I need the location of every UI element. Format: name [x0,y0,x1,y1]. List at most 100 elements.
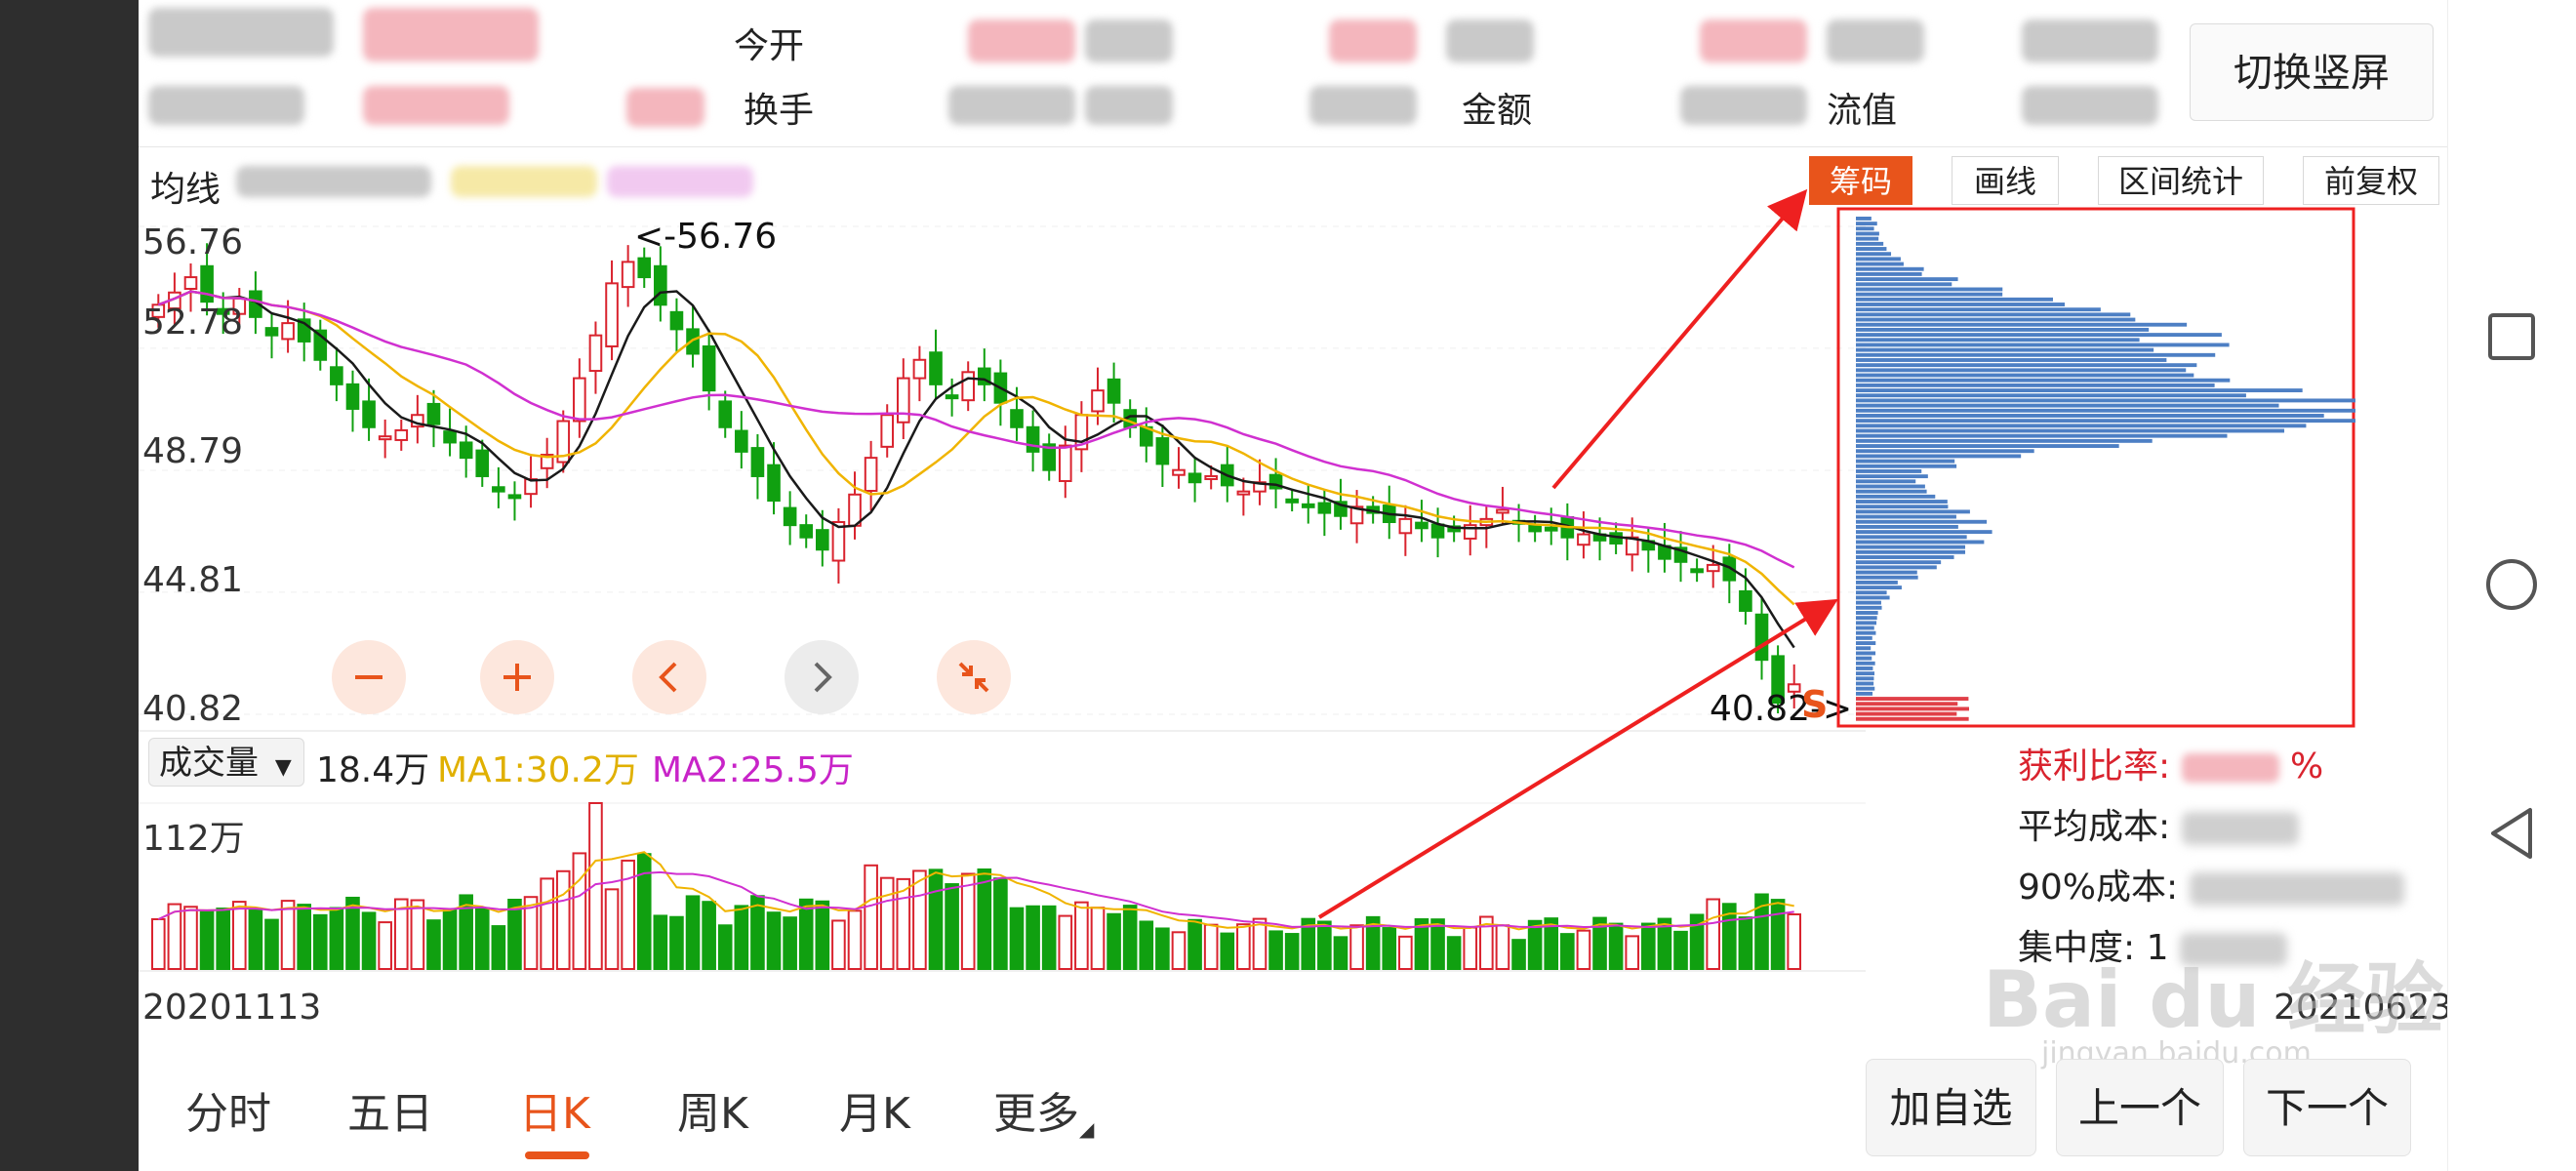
tab-weekly-k[interactable]: 周K [677,1078,748,1141]
candle [1058,444,1072,482]
volume-bar [1026,905,1040,970]
chip-bar [1856,271,1922,276]
volume-bar [977,868,992,970]
volume-bar [1122,905,1138,970]
chip-bar [1856,519,1988,524]
chip-bar [1856,241,1884,246]
chip-bar [1856,586,1902,590]
volume-bar [1576,929,1591,971]
previous-stock-button[interactable]: 上一个 [2056,1059,2224,1156]
shrink-button[interactable] [937,640,1011,714]
volume-bar [1041,905,1057,970]
chip-bar [1856,414,2324,418]
next-stock-button[interactable]: 下一个 [2243,1059,2411,1156]
volume-bar [1203,923,1219,970]
candle [1415,521,1429,530]
candle [637,257,652,279]
shrink-icon [958,662,989,693]
volume-bar [231,901,247,970]
candle [475,449,490,477]
tab-monthly-k[interactable]: 月K [839,1078,910,1141]
volume-bar [1446,936,1462,970]
chip-bar [1856,590,1887,595]
zoom-in-button[interactable] [480,640,554,714]
volume-bar [604,888,620,970]
blurred-profit-ratio [2181,753,2279,783]
volume-bar [960,872,976,970]
switch-portrait-button[interactable]: 切换竖屏 [2190,23,2434,121]
volume-bar [297,904,311,970]
blurred-ma20-value [607,166,753,197]
tab-more-label: 更多 [993,1089,1079,1139]
volume-bar [1463,926,1478,971]
chip-bar [1856,626,1874,630]
chip-bar [1856,226,1874,231]
volume-indicator-dropdown[interactable]: 成交量 ▼ [148,738,304,787]
volume-bar [847,909,863,970]
chip-bar [1856,307,2101,312]
blurred-average-cost [2181,812,2299,845]
chip-bar [1856,363,2197,368]
chip-bar [1856,231,1879,236]
start-date: 20201113 [142,988,322,1028]
chip-distribution-chart[interactable] [1836,207,2355,728]
candle [1285,498,1299,504]
blurred-ma5-value [236,166,431,197]
chip-bar [1856,403,2279,408]
blurred-amount-value [1680,86,1807,125]
candle [394,428,409,441]
price-tick: 40.82 [142,689,244,729]
interval-stats-button[interactable]: 区间统计 [2098,156,2264,205]
chip-bar [1856,419,2355,424]
square-nav-icon[interactable] [2487,312,2536,361]
tab-more[interactable]: 更多◢ [993,1078,1094,1141]
chip-bar [1856,641,1876,646]
chip-bar [1856,489,1927,494]
chip-bar [1856,449,2034,454]
forward-adjust-button[interactable]: 前复权 [2303,156,2439,205]
scroll-left-button[interactable] [632,640,706,714]
chip-bar [1856,545,1966,549]
volume-bar [1673,930,1688,971]
volume-bar [685,895,701,970]
candle [1155,437,1170,465]
chip-bar [1856,236,1879,241]
volume-bar [993,877,1008,970]
chip-bar [1856,333,2222,338]
draw-line-button[interactable]: 画线 [1952,156,2059,205]
zoom-out-button[interactable] [332,640,406,714]
chip-bar [1856,605,1882,610]
back-triangle-icon[interactable] [2487,806,2536,861]
tab-daily-k[interactable]: 日K [519,1078,590,1141]
volume-chart[interactable] [139,795,1866,973]
candle [183,276,198,290]
chip-bar [1856,338,2140,343]
chip-bar [1856,616,1877,621]
candle [426,402,441,425]
volume-bar [572,852,587,971]
watermark-logo: Bai du 经验 [1983,954,2444,1045]
chip-bar [1856,530,1992,535]
add-watchlist-button[interactable]: 加自选 [1866,1059,2036,1156]
blurred-high-value [1329,20,1417,62]
candle [330,366,343,385]
ma-label[interactable]: 均线 [150,161,221,212]
volume-bar [1171,931,1187,970]
chips-button[interactable]: 筹码 [1809,156,1912,205]
cost-90-label: 90%成本: [2018,868,2179,908]
chip-bar [1856,358,2167,362]
tab-intraday[interactable]: 分时 [185,1078,271,1141]
volume-bar [766,911,782,970]
chip-bar [1856,549,1966,554]
corner-caret-icon: ◢ [1079,1117,1095,1141]
tab-five-day[interactable]: 五日 [347,1078,433,1141]
volume-bar [1527,919,1543,971]
circle-nav-icon[interactable] [2485,558,2538,611]
scroll-right-button[interactable] [785,640,859,714]
blurred-turnover-value [948,86,1075,125]
chip-bar [1856,247,1887,251]
candle [702,344,716,392]
volume-dropdown-label: 成交量 [159,744,259,783]
chip-bar [1856,327,2150,332]
candle [929,351,943,385]
